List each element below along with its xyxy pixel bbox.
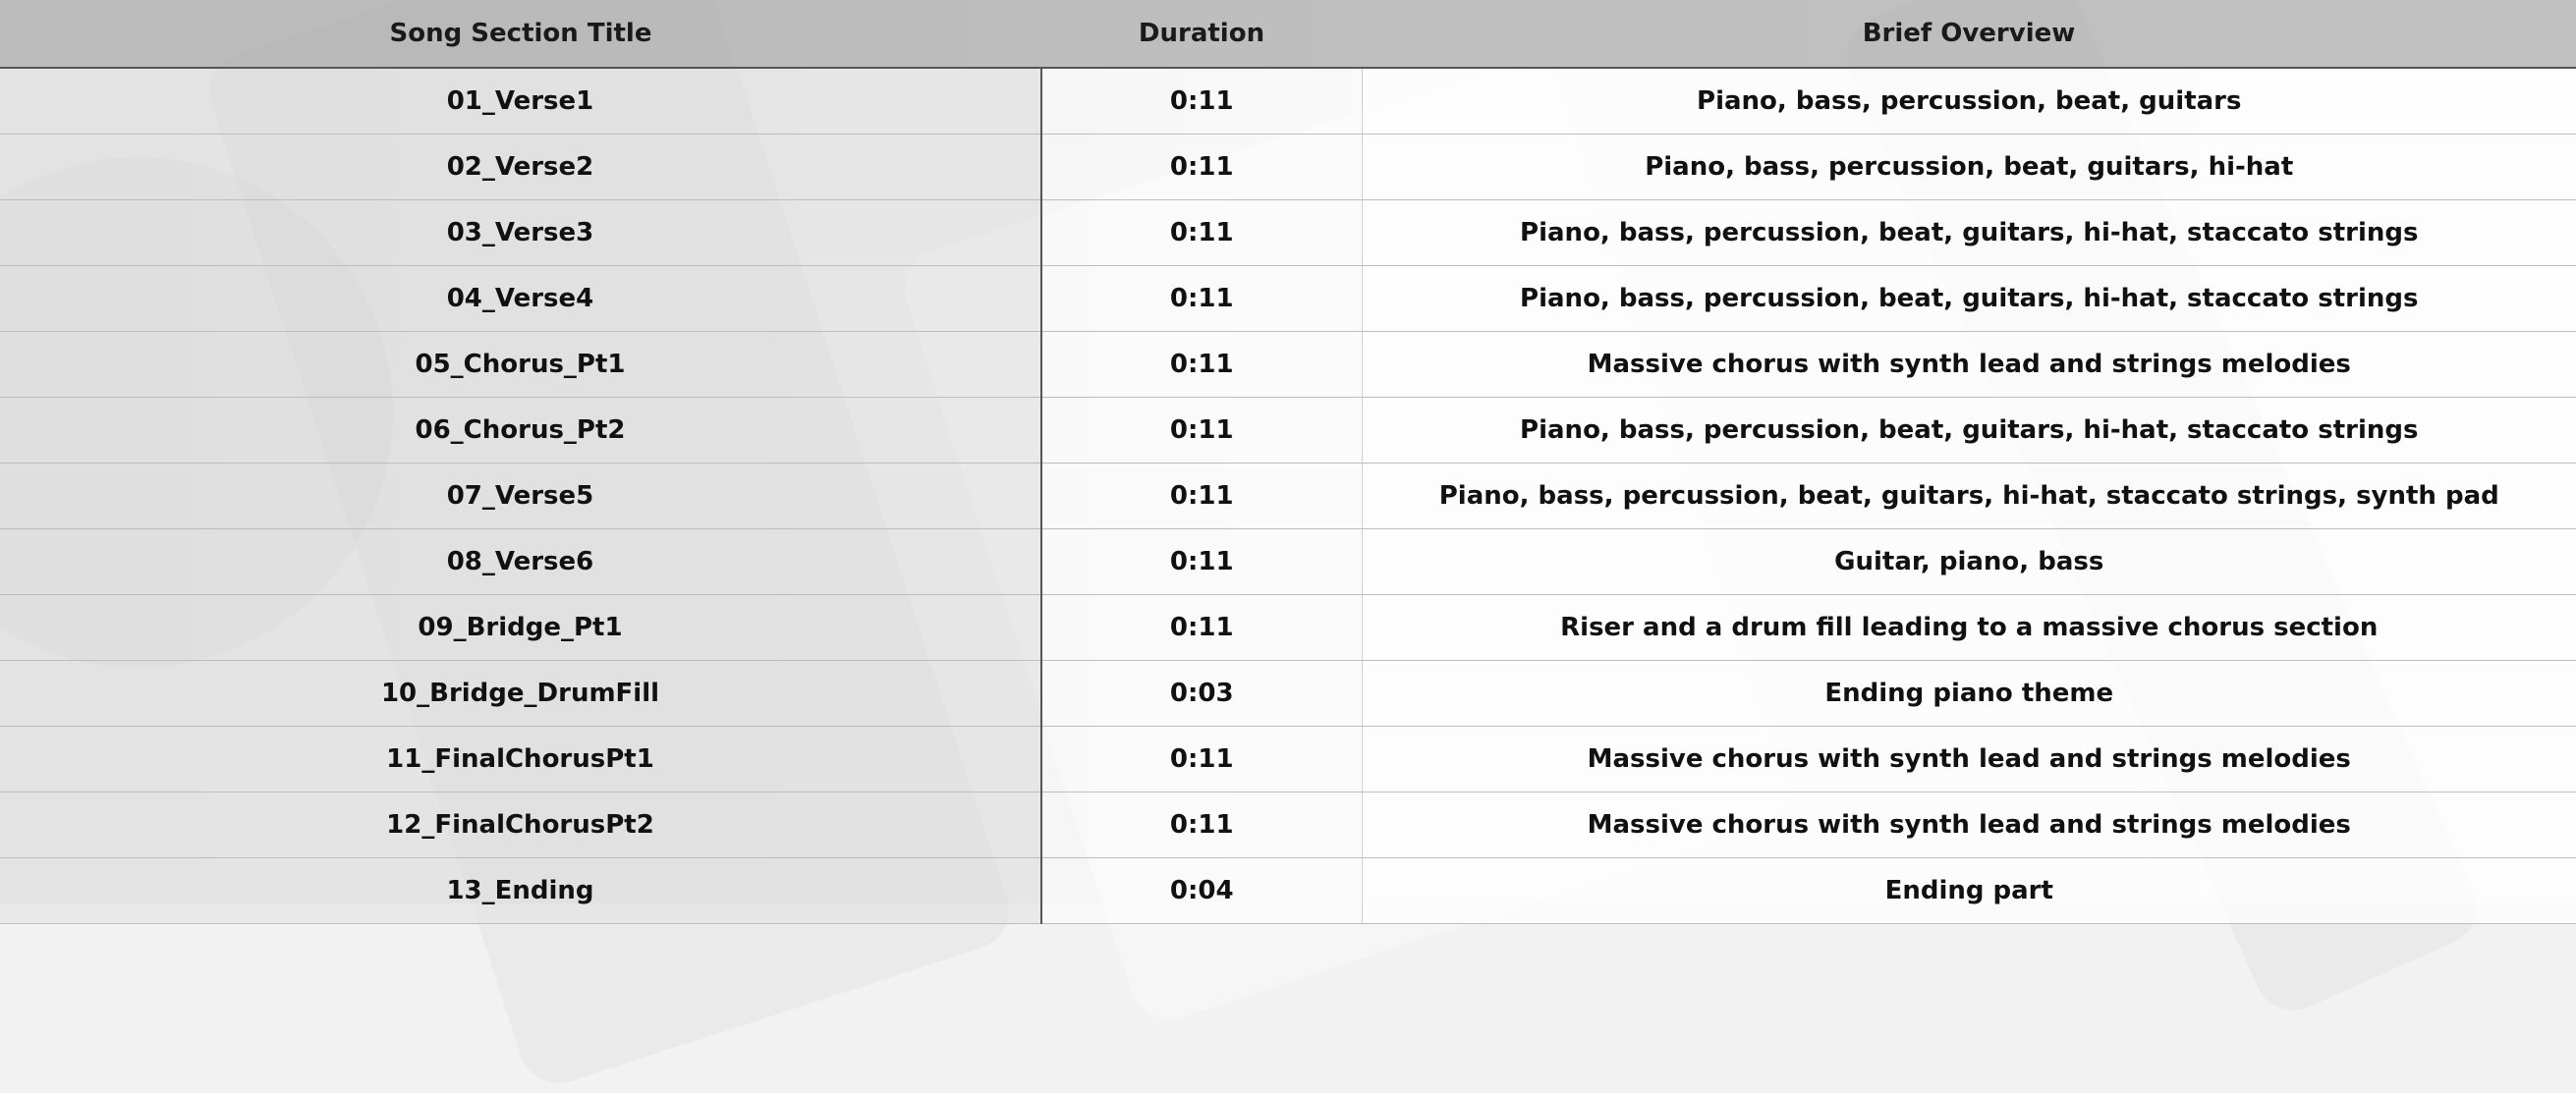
overview-cell: Piano, bass, percussion, beat, guitars, … bbox=[1362, 265, 2576, 332]
section-title-cell: 04_Verse4 bbox=[0, 265, 1042, 332]
section-title-cell: 13_Ending bbox=[0, 857, 1042, 924]
table-header-row: Song Section Title Duration Brief Overvi… bbox=[0, 0, 2576, 69]
duration-cell: 0:11 bbox=[1041, 68, 1363, 135]
duration-cell: 0:11 bbox=[1041, 528, 1363, 595]
song-sections-table: Song Section Title Duration Brief Overvi… bbox=[0, 0, 2576, 924]
duration-cell: 0:11 bbox=[1041, 463, 1363, 529]
table-row: 11_FinalChorusPt1 0:11 Massive chorus wi… bbox=[0, 726, 2576, 792]
duration-cell: 0:11 bbox=[1041, 792, 1363, 858]
section-title-cell: 05_Chorus_Pt1 bbox=[0, 331, 1042, 398]
overview-cell: Piano, bass, percussion, beat, guitars, … bbox=[1362, 199, 2576, 266]
section-title-cell: 08_Verse6 bbox=[0, 528, 1042, 595]
header-duration: Duration bbox=[1041, 0, 1362, 69]
table-row: 05_Chorus_Pt1 0:11 Massive chorus with s… bbox=[0, 331, 2576, 398]
duration-cell: 0:11 bbox=[1041, 594, 1363, 661]
table-row: 10_Bridge_DrumFill 0:03 Ending piano the… bbox=[0, 660, 2576, 727]
overview-cell: Piano, bass, percussion, beat, guitars, … bbox=[1362, 463, 2576, 529]
overview-cell: Piano, bass, percussion, beat, guitars, … bbox=[1362, 134, 2576, 200]
table-row: 12_FinalChorusPt2 0:11 Massive chorus wi… bbox=[0, 792, 2576, 858]
overview-cell: Massive chorus with synth lead and strin… bbox=[1362, 726, 2576, 792]
header-brief-overview: Brief Overview bbox=[1362, 0, 2576, 69]
section-title-cell: 03_Verse3 bbox=[0, 199, 1042, 266]
table-row: 07_Verse5 0:11 Piano, bass, percussion, … bbox=[0, 463, 2576, 529]
duration-cell: 0:11 bbox=[1041, 265, 1363, 332]
duration-cell: 0:11 bbox=[1041, 726, 1363, 792]
duration-cell: 0:04 bbox=[1041, 857, 1363, 924]
table-row: 02_Verse2 0:11 Piano, bass, percussion, … bbox=[0, 134, 2576, 200]
table-row: 06_Chorus_Pt2 0:11 Piano, bass, percussi… bbox=[0, 397, 2576, 464]
duration-cell: 0:11 bbox=[1041, 134, 1363, 200]
table-row: 01_Verse1 0:11 Piano, bass, percussion, … bbox=[0, 68, 2576, 135]
section-title-cell: 11_FinalChorusPt1 bbox=[0, 726, 1042, 792]
section-title-cell: 10_Bridge_DrumFill bbox=[0, 660, 1042, 727]
section-title-cell: 02_Verse2 bbox=[0, 134, 1042, 200]
overview-cell: Piano, bass, percussion, beat, guitars bbox=[1362, 68, 2576, 135]
overview-cell: Ending piano theme bbox=[1362, 660, 2576, 727]
table-row: 13_Ending 0:04 Ending part bbox=[0, 857, 2576, 924]
duration-cell: 0:11 bbox=[1041, 331, 1363, 398]
duration-cell: 0:11 bbox=[1041, 397, 1363, 464]
overview-cell: Piano, bass, percussion, beat, guitars, … bbox=[1362, 397, 2576, 464]
overview-cell: Massive chorus with synth lead and strin… bbox=[1362, 792, 2576, 858]
table-row: 03_Verse3 0:11 Piano, bass, percussion, … bbox=[0, 199, 2576, 266]
section-title-cell: 07_Verse5 bbox=[0, 463, 1042, 529]
table-row: 09_Bridge_Pt1 0:11 Riser and a drum fill… bbox=[0, 594, 2576, 661]
header-song-section-title: Song Section Title bbox=[0, 0, 1041, 69]
section-title-cell: 06_Chorus_Pt2 bbox=[0, 397, 1042, 464]
table-row: 04_Verse4 0:11 Piano, bass, percussion, … bbox=[0, 265, 2576, 332]
overview-cell: Riser and a drum fill leading to a massi… bbox=[1362, 594, 2576, 661]
section-title-cell: 12_FinalChorusPt2 bbox=[0, 792, 1042, 858]
table-row: 08_Verse6 0:11 Guitar, piano, bass bbox=[0, 528, 2576, 595]
section-title-cell: 01_Verse1 bbox=[0, 68, 1042, 135]
duration-cell: 0:03 bbox=[1041, 660, 1363, 727]
overview-cell: Ending part bbox=[1362, 857, 2576, 924]
overview-cell: Massive chorus with synth lead and strin… bbox=[1362, 331, 2576, 398]
section-title-cell: 09_Bridge_Pt1 bbox=[0, 594, 1042, 661]
overview-cell: Guitar, piano, bass bbox=[1362, 528, 2576, 595]
duration-cell: 0:11 bbox=[1041, 199, 1363, 266]
